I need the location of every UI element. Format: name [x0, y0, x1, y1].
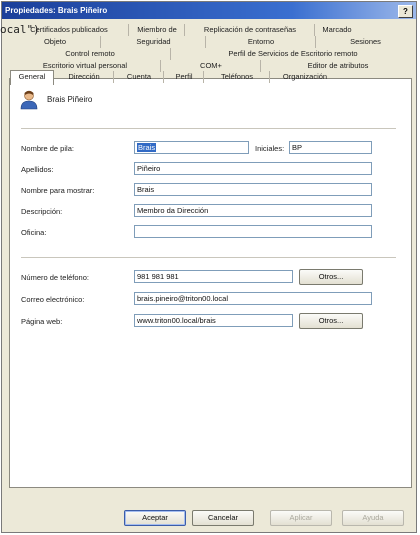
description-field[interactable]: Membro da Dirección	[134, 204, 372, 217]
tab-miembro-de[interactable]: Miembro de	[128, 24, 185, 36]
help-button[interactable]: Ayuda	[342, 510, 404, 526]
web-page-label: Página web:	[21, 317, 63, 326]
first-name-label: Nombre de pila:	[21, 144, 74, 153]
description-label: Descripción:	[21, 207, 63, 216]
tab-general[interactable]: General	[10, 70, 54, 85]
tab-cuenta[interactable]: Cuenta	[113, 71, 164, 83]
office-label: Oficina:	[21, 228, 47, 237]
office-field[interactable]	[134, 225, 372, 238]
tab-row-3: Control remoto Perfil de Servicios de Es…	[10, 48, 414, 60]
ok-button[interactable]: Aceptar	[124, 510, 186, 526]
tab-row-1: Certificados publicados Miembro de Repli…	[10, 24, 414, 36]
first-name-value: Brais	[137, 143, 157, 152]
tab-objeto[interactable]: Objeto	[10, 36, 100, 48]
display-name-field[interactable]: Brais	[134, 183, 372, 196]
display-name-label: Nombre para mostrar:	[21, 186, 95, 195]
email-field[interactable]: brais.pineiro@triton00.local	[134, 292, 372, 305]
initials-label: Iniciales:	[255, 144, 285, 153]
cancel-button[interactable]: Cancelar	[192, 510, 254, 526]
tab-organizacion[interactable]: Organización	[269, 71, 340, 83]
tab-entorno[interactable]: Entorno	[205, 36, 316, 48]
tab-direccion[interactable]: Dirección	[53, 71, 114, 83]
general-tab-panel: Brais Piñeiro Nombre de pila: Brais Inic…	[9, 78, 412, 488]
tab-marcado[interactable]: Marcado	[314, 24, 359, 36]
tab-row-2: Objeto Seguridad Entorno Sesiones	[10, 36, 414, 48]
tab-perfil[interactable]: Perfil	[163, 71, 204, 83]
email-label: Correo electrónico:	[21, 295, 85, 304]
phone-field[interactable]: 981 981 981	[134, 270, 293, 283]
title-bar[interactable]: Propiedades: Brais Piñeiro ?	[2, 2, 416, 19]
phone-label: Número de teléfono:	[21, 273, 89, 282]
tab-control-remoto[interactable]: Control remoto	[10, 48, 170, 60]
apply-button[interactable]: Aplicar	[270, 510, 332, 526]
last-name-field[interactable]: Piñeiro	[134, 162, 372, 175]
stray-overlay-text: ocal")	[0, 23, 40, 36]
initials-field[interactable]: BP	[289, 141, 372, 154]
tab-replicacion-contrasenas[interactable]: Replicación de contraseñas	[184, 24, 315, 36]
window-title: Propiedades: Brais Piñeiro	[5, 6, 108, 15]
last-name-label: Apellidos:	[21, 165, 54, 174]
web-others-button[interactable]: Otros...	[299, 313, 363, 329]
divider-middle	[21, 257, 396, 259]
tab-seguridad[interactable]: Seguridad	[100, 36, 206, 48]
help-title-button[interactable]: ?	[398, 5, 413, 18]
phone-others-button[interactable]: Otros...	[299, 269, 363, 285]
tab-perfil-servicios-escritorio-remoto[interactable]: Perfil de Servicios de Escritorio remoto	[170, 48, 415, 60]
tab-row-5: General Dirección Cuenta Perfil Teléfono…	[10, 70, 414, 85]
user-display-name: Brais Piñeiro	[47, 95, 93, 104]
web-page-field[interactable]: www.triton00.local/brais	[134, 314, 293, 327]
first-name-field[interactable]: Brais	[134, 141, 249, 154]
divider-top	[21, 128, 396, 130]
properties-dialog: Propiedades: Brais Piñeiro ? Certificado…	[1, 1, 417, 533]
tab-sesiones[interactable]: Sesiones	[315, 36, 415, 48]
tab-telefonos[interactable]: Teléfonos	[203, 71, 270, 83]
user-icon	[20, 90, 38, 112]
